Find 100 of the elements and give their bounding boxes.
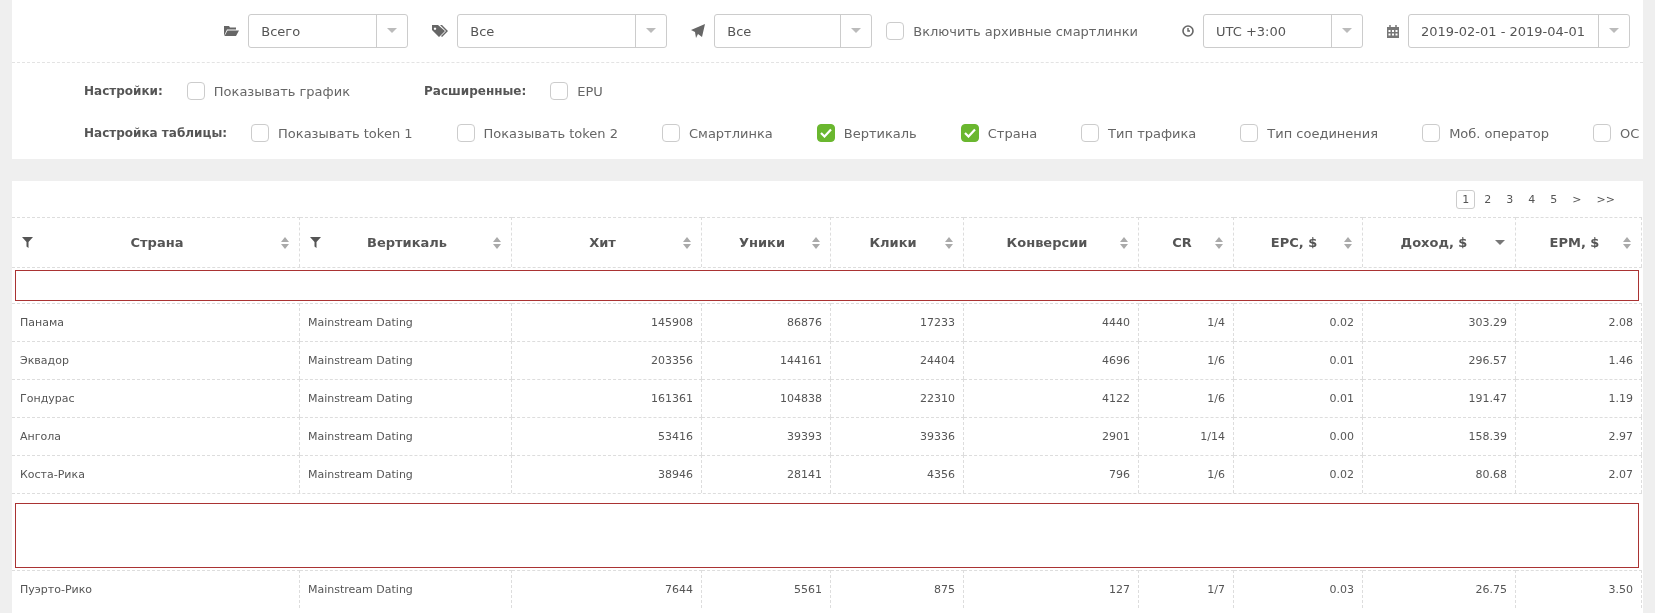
checkbox[interactable] [1240, 124, 1259, 142]
page-link[interactable]: 1 [1456, 189, 1476, 209]
checkbox[interactable] [456, 124, 475, 142]
table-cell: 144161 [702, 341, 831, 379]
caret-icon [851, 28, 862, 34]
caret-icon [646, 28, 657, 34]
table-cell: 4440 [964, 303, 1139, 341]
checkbox-label: Показывать token 2 [483, 125, 618, 141]
caret-icon [1609, 28, 1619, 34]
table-cell: 875 [831, 570, 964, 608]
table-cell: 0.02 [1234, 455, 1363, 493]
table-cell: 28141 [702, 455, 831, 493]
column-header[interactable]: Хит [512, 217, 702, 267]
page-link[interactable]: 5 [1544, 189, 1564, 209]
caret-icon [387, 28, 398, 34]
table-cell: 0.00 [1234, 417, 1363, 455]
table-cell: 22310 [831, 379, 964, 417]
table-cell: Панама [12, 303, 300, 341]
table-cell: 303.29 [1363, 303, 1516, 341]
checkbox-label: Страна [987, 125, 1038, 141]
checkbox[interactable] [550, 82, 569, 100]
table-cell: 161361 [512, 379, 702, 417]
page-link[interactable]: 4 [1522, 189, 1542, 209]
table-cell: 158.39 [1363, 417, 1516, 455]
table-cell: Коста-Рика [12, 455, 300, 493]
table-cell: 38946 [512, 455, 702, 493]
dropdown[interactable]: Все [457, 14, 668, 48]
checkbox-label: Включить архивные смартлинки [913, 23, 1138, 39]
column-header[interactable]: CR [1139, 217, 1234, 267]
dropdown[interactable]: Всего [248, 14, 409, 48]
page-link[interactable]: >> [1590, 189, 1621, 209]
table-cell: Mainstream Dating [300, 570, 512, 608]
table-cell: 86876 [702, 303, 831, 341]
table-cell: 0.03 [1234, 570, 1363, 608]
column-header[interactable]: Страна [12, 217, 300, 267]
table-cell: Пуэрто-Рико [12, 570, 300, 608]
checkbox[interactable] [1422, 124, 1441, 142]
checkbox[interactable] [186, 82, 205, 100]
column-header[interactable]: EPC, $ [1234, 217, 1363, 267]
table-cell: Эквадор [12, 341, 300, 379]
column-header[interactable]: Уники [702, 217, 831, 267]
checkbox-label: Показывать график [213, 83, 350, 99]
checkbox[interactable] [1081, 124, 1100, 142]
dropdown[interactable]: Все [714, 14, 873, 48]
table-cell: 1.19 [1516, 379, 1642, 417]
page-link[interactable]: 2 [1478, 189, 1498, 209]
checkbox-label: Показывать token 1 [278, 125, 413, 141]
filter-icon[interactable] [310, 237, 321, 248]
column-header[interactable]: EPM, $ [1516, 217, 1642, 267]
table-cell: 4122 [964, 379, 1139, 417]
table-cell: 203356 [512, 341, 702, 379]
table-cell: 104838 [702, 379, 831, 417]
page-link[interactable]: 3 [1500, 189, 1520, 209]
settings-label: Настройка таблицы: [84, 126, 228, 140]
dropdown[interactable]: 2019-02-01 - 2019-04-01 [1408, 14, 1630, 48]
checkbox[interactable] [1593, 124, 1612, 142]
table-cell: 191.47 [1363, 379, 1516, 417]
table-cell: 0.01 [1234, 341, 1363, 379]
paper-plane-icon [691, 24, 706, 38]
table-cell: 2.08 [1516, 303, 1642, 341]
table-cell: 2901 [964, 417, 1139, 455]
table-cell: 1/4 [1139, 303, 1234, 341]
table-cell: 5561 [702, 570, 831, 608]
table-cell: 39393 [702, 417, 831, 455]
table-cell: 796 [964, 455, 1139, 493]
clock-icon [1182, 25, 1194, 37]
table-cell: 39336 [831, 417, 964, 455]
table-cell: 1/6 [1139, 341, 1234, 379]
page-link[interactable]: > [1566, 189, 1588, 209]
table-cell: 24404 [831, 341, 964, 379]
filter-icon[interactable] [22, 237, 33, 248]
table-cell: 1/6 [1139, 455, 1234, 493]
table-cell: 53416 [512, 417, 702, 455]
checkbox-label: Тип трафика [1108, 125, 1197, 141]
table-cell: Mainstream Dating [300, 455, 512, 493]
table-cell: 1.46 [1516, 341, 1642, 379]
checkbox[interactable] [662, 124, 680, 142]
table-cell: Mainstream Dating [300, 379, 512, 417]
checkbox-label: Моб. оператор [1449, 125, 1550, 141]
checkbox[interactable] [251, 124, 270, 142]
calendar-icon [1387, 24, 1399, 38]
table-cell: Mainstream Dating [300, 303, 512, 341]
dropdown[interactable]: UTC +3:00 [1203, 14, 1363, 48]
settings-label: Расширенные: [424, 84, 527, 98]
checkbox[interactable] [886, 22, 905, 40]
folder-icon [224, 25, 240, 37]
column-header[interactable]: Вертикаль [300, 217, 512, 267]
table-cell: 0.02 [1234, 303, 1363, 341]
column-header[interactable]: Доход, $ [1363, 217, 1516, 267]
table-cell: 1/14 [1139, 417, 1234, 455]
table-cell: 0.01 [1234, 379, 1363, 417]
table-cell: 7644 [512, 570, 702, 608]
column-header[interactable]: Конверсии [964, 217, 1139, 267]
column-header[interactable]: Клики [831, 217, 964, 267]
checkbox[interactable] [960, 124, 979, 142]
table-cell: 296.57 [1363, 341, 1516, 379]
settings-label: Настройки: [84, 84, 163, 98]
table-cell: Mainstream Dating [300, 341, 512, 379]
checkbox-label: ОС [1620, 125, 1640, 141]
checkbox[interactable] [816, 124, 835, 142]
